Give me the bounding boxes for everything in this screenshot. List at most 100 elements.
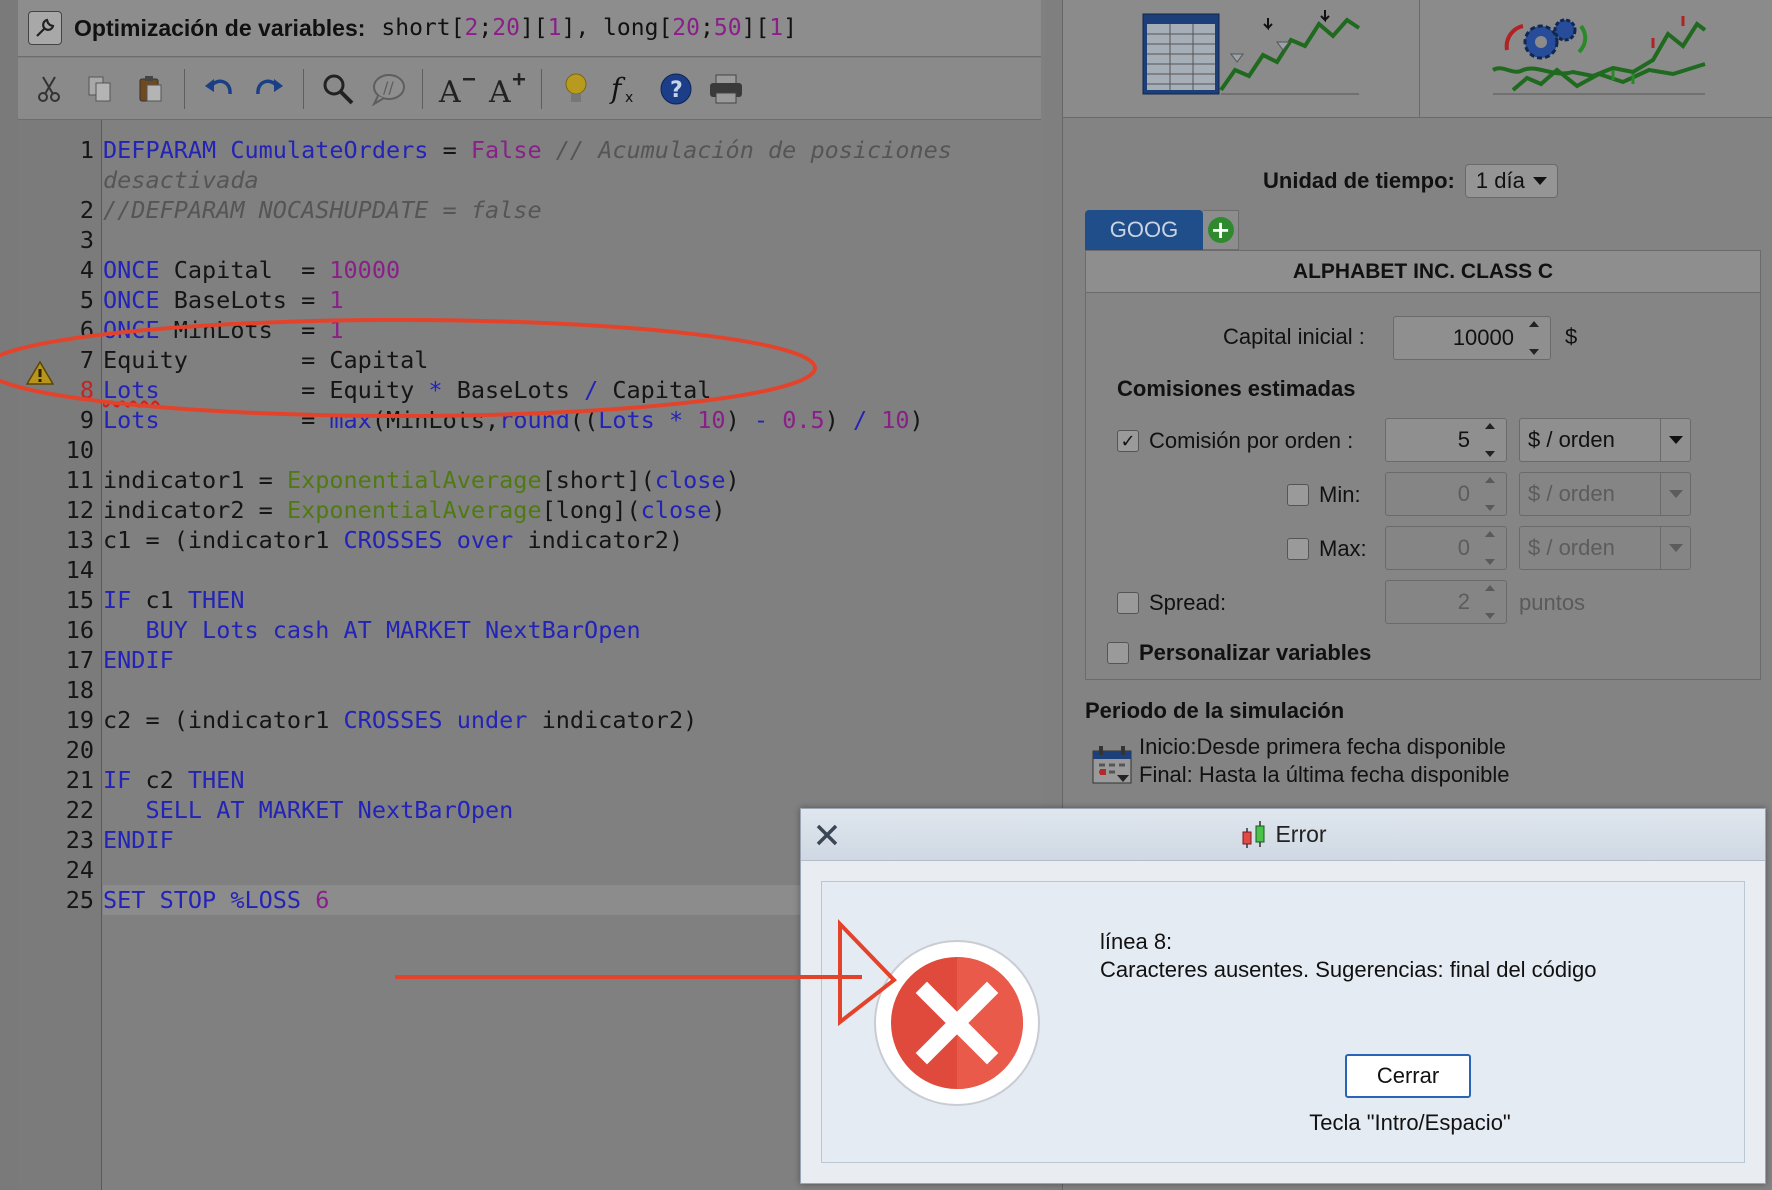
spread-input[interactable]: 2 (1385, 580, 1507, 624)
redo-icon[interactable] (247, 67, 291, 111)
add-tab-button[interactable]: + (1203, 210, 1239, 250)
code-line: SET STOP %LOSS 6 (103, 885, 329, 915)
line-number: 13 (65, 526, 94, 554)
undo-icon[interactable] (197, 67, 241, 111)
spread-label: Spread: (1149, 590, 1227, 615)
title-param-token: ; (478, 15, 493, 41)
line-number: 10 (65, 436, 94, 464)
arrow-up-icon[interactable] (1485, 423, 1495, 429)
code-token: c2 = (indicator1 (103, 706, 344, 734)
lightbulb-icon[interactable] (554, 67, 598, 111)
min-spinner[interactable] (1478, 477, 1502, 511)
code-line: DEFPARAM CumulateOrders = False // Acumu… (103, 135, 952, 165)
cut-icon[interactable] (28, 67, 72, 111)
code-line: Lots = Equity * BaseLots / Capital (103, 375, 711, 405)
title-param-token: 50 (713, 15, 742, 41)
arrow-down-icon[interactable] (1485, 451, 1495, 457)
per-order-unit: $ / orden (1528, 427, 1615, 452)
per-order-spinner[interactable] (1478, 423, 1502, 457)
code-token: Lots (103, 376, 160, 404)
min-input[interactable]: 0 (1385, 472, 1507, 516)
font-decrease-icon[interactable]: A (435, 67, 479, 111)
code-token: 10 (697, 406, 726, 434)
font-increase-icon[interactable]: A (485, 67, 529, 111)
capital-unit: $ (1565, 324, 1578, 349)
line-number: 20 (65, 736, 94, 764)
max-unit-select[interactable]: $ / orden (1519, 526, 1691, 570)
spread-checkbox[interactable] (1117, 592, 1139, 614)
per-order-input[interactable]: 5 (1385, 418, 1507, 462)
optimization-params: short[2;20][1], long[20;50][1] (381, 15, 797, 41)
code-token: indicator2 = (103, 496, 287, 524)
per-order-checkbox[interactable]: ✓ (1117, 430, 1139, 452)
code-token: DEFPARAM (103, 136, 217, 164)
wrench-icon[interactable] (28, 11, 62, 45)
code-token: c1 = (indicator1 (103, 526, 344, 554)
chevron-down-icon[interactable] (1660, 527, 1690, 569)
code-token: ) (824, 406, 853, 434)
arrow-up-icon[interactable] (1529, 321, 1539, 327)
code-token: c1 (131, 586, 188, 614)
chevron-down-icon[interactable] (1660, 473, 1690, 515)
min-unit: $ / orden (1528, 481, 1615, 506)
code-token: * (668, 406, 684, 434)
arrow-down-icon[interactable] (1485, 559, 1495, 565)
comment-icon[interactable]: // (366, 67, 410, 111)
max-spinner[interactable] (1478, 531, 1502, 565)
arrow-up-icon[interactable] (1485, 477, 1495, 483)
code-token: = (428, 136, 471, 164)
code-token: indicator2) (513, 526, 684, 554)
title-param-token: 1 (547, 15, 562, 41)
svg-text:f: f (609, 72, 626, 105)
code-line: IF c2 THEN (103, 765, 244, 795)
copy-icon[interactable] (78, 67, 122, 111)
code-line: Equity = Capital (103, 345, 428, 375)
commissions-title: Comisiones estimadas (1117, 376, 1356, 401)
max-checkbox[interactable] (1287, 538, 1309, 560)
dialog-title-bar: Error (801, 809, 1765, 861)
function-icon[interactable]: fx (604, 67, 648, 111)
close-icon[interactable] (813, 821, 841, 849)
time-unit-select[interactable]: 1 día (1464, 164, 1558, 198)
code-token: Capital (598, 376, 712, 404)
tab-goog[interactable]: GOOG (1085, 210, 1203, 250)
spread-spinner[interactable] (1478, 585, 1502, 619)
optimization-gears-chart-icon[interactable] (1483, 0, 1713, 112)
help-icon[interactable]: ? (654, 67, 698, 111)
code-token: = Equity (159, 376, 429, 404)
capital-input[interactable]: 10000 (1393, 316, 1551, 360)
code-token: ) (725, 466, 740, 494)
min-checkbox[interactable] (1287, 484, 1309, 506)
close-dialog-button[interactable]: Cerrar (1345, 1054, 1471, 1098)
code-token: //DEFPARAM NOCASHUPDATE = false (103, 196, 542, 224)
code-line: //DEFPARAM NOCASHUPDATE = false (103, 195, 542, 225)
code-token: 0.5 (782, 406, 825, 434)
optimization-title: Optimización de variables: (74, 14, 366, 41)
code-token: 10000 (329, 256, 401, 284)
chevron-down-icon[interactable] (1660, 419, 1690, 461)
backtest-table-chart-icon[interactable] (1133, 0, 1363, 112)
calendar-icon[interactable] (1091, 745, 1133, 785)
code-line: ONCE MinLots = 1 (103, 315, 344, 345)
code-line: c1 = (indicator1 CROSSES over indicator2… (103, 525, 683, 555)
capital-spinner[interactable] (1522, 321, 1546, 355)
arrow-up-icon[interactable] (1485, 531, 1495, 537)
arrow-down-icon[interactable] (1485, 505, 1495, 511)
code-line: c2 = (indicator1 CROSSES under indicator… (103, 705, 697, 735)
min-unit-select[interactable]: $ / orden (1519, 472, 1691, 516)
max-input[interactable]: 0 (1385, 526, 1507, 570)
line-number: 15 (65, 586, 94, 614)
plus-icon: + (1207, 217, 1234, 243)
line-number-gutter: 1 2 3 4 5 6 7 8 9 10 11 12 13 14 15 16 17 18 19 20 21 22 23 24 2… (18, 120, 102, 1190)
print-icon[interactable] (704, 67, 748, 111)
paste-icon[interactable] (128, 67, 172, 111)
per-order-unit-select[interactable]: $ / orden (1519, 418, 1691, 462)
arrow-up-icon[interactable] (1485, 585, 1495, 591)
arrow-down-icon[interactable] (1485, 613, 1495, 619)
custom-variables-checkbox[interactable] (1107, 642, 1129, 664)
arrow-down-icon[interactable] (1529, 349, 1539, 355)
title-param-token: ] (783, 15, 797, 41)
error-text: Caracteres ausentes. Sugerencias: final … (1100, 957, 1597, 982)
search-icon[interactable] (316, 67, 360, 111)
